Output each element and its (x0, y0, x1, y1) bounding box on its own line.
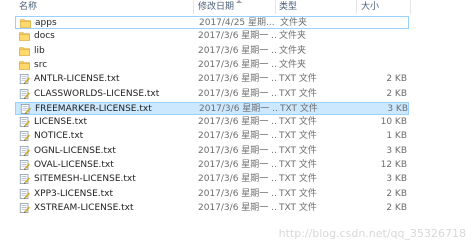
file-size: 1 KB (386, 131, 407, 142)
text-file-icon (19, 74, 30, 85)
column-divider[interactable] (275, 0, 276, 14)
text-file-icon (19, 188, 30, 199)
file-type: TXT 文件 (279, 174, 317, 185)
folder-icon (19, 46, 30, 56)
folder-icon (20, 18, 31, 28)
column-divider[interactable] (193, 0, 194, 14)
file-name: OGNL-LICENSE.txt (34, 145, 116, 156)
file-modified-date: 2017/3/6 星期一 ... (198, 145, 278, 156)
file-name: docs (34, 31, 55, 42)
file-size: 2 KB (386, 188, 407, 199)
file-type: 文件夹 (279, 45, 307, 56)
file-modified-date: 2017/3/6 星期一 ... (198, 59, 278, 70)
file-modified-date: 2017/3/6 星期一 ... (198, 45, 278, 56)
file-modified-date: 2017/3/6 星期一 ... (198, 202, 278, 213)
file-row[interactable]: SITEMESH-LICENSE.txt 2017/3/6 星期一 ... TXT … (15, 173, 409, 186)
file-name: src (34, 59, 48, 70)
file-name: SITEMESH-LICENSE.txt (34, 174, 136, 185)
text-file-icon (19, 203, 30, 213)
file-size: 2 KB (386, 202, 407, 213)
file-size: 12 KB (380, 160, 407, 170)
column-header-date[interactable]: 修改日期 (198, 1, 234, 13)
file-name: apps (35, 18, 57, 28)
file-name: ANTLR-LICENSE.txt (34, 74, 120, 85)
file-row[interactable]: LICENSE.txt 2017/3/6 星期一 ... TXT 文件 10 KB (15, 116, 409, 129)
file-row[interactable]: XPP3-LICENSE.txt 2017/3/6 星期一 ... TXT 文件 2 … (15, 188, 409, 201)
file-row[interactable]: NOTICE.txt 2017/3/6 星期一 ... TXT 文件 1 KB (15, 130, 409, 143)
file-type: TXT 文件 (279, 131, 317, 142)
text-file-icon (19, 174, 30, 185)
column-header-bar: 名称 修改日期 类型 大小 (0, 0, 474, 14)
file-name: CLASSWORLDS-LICENSE.txt (34, 88, 160, 99)
folder-row[interactable]: apps 2017/4/25 星期... 文件夹 (15, 16, 409, 29)
file-modified-date: 2017/3/6 星期一 ... (198, 174, 278, 185)
column-header-size[interactable]: 大小 (361, 1, 379, 13)
text-file-icon (19, 88, 30, 99)
file-name: OVAL-LICENSE.txt (34, 160, 114, 170)
file-row[interactable]: OVAL-LICENSE.txt 2017/3/6 星期一 ... TXT 文件 12… (15, 159, 409, 172)
file-name: NOTICE.txt (34, 131, 84, 142)
file-row[interactable]: XSTREAM-LICENSE.txt 2017/3/6 星期一 ... TXT 文… (15, 202, 409, 215)
file-type: 文件夹 (280, 18, 308, 28)
file-modified-date: 2017/3/6 星期一 ... (198, 31, 278, 42)
column-header-type[interactable]: 类型 (279, 1, 297, 13)
file-modified-date: 2017/3/6 星期一 ... (198, 117, 278, 128)
file-modified-date: 2017/3/6 星期一 ... (199, 103, 279, 114)
file-type: TXT 文件 (279, 88, 317, 99)
text-file-icon (19, 160, 30, 170)
folder-icon (19, 31, 30, 42)
watermark: http://blog.csdn.net/qq_35326718 (278, 227, 466, 240)
file-type: TXT 文件 (279, 188, 317, 199)
file-type: TXT 文件 (280, 103, 318, 114)
text-file-icon (19, 131, 30, 142)
file-size: 10 KB (380, 117, 407, 128)
file-type: 文件夹 (279, 59, 307, 70)
file-modified-date: 2017/4/25 星期... (199, 18, 275, 28)
folder-row[interactable]: docs 2017/3/6 星期一 ... 文件夹 (15, 30, 409, 43)
file-modified-date: 2017/3/6 星期一 ... (198, 74, 278, 85)
file-modified-date: 2017/3/6 星期一 ... (198, 131, 278, 142)
file-name: XPP3-LICENSE.txt (34, 188, 114, 199)
file-size: 2 KB (386, 74, 407, 85)
column-divider[interactable] (410, 0, 411, 14)
text-file-icon (19, 117, 30, 127)
file-type: 文件夹 (279, 31, 307, 42)
file-size: 3 KB (386, 174, 407, 185)
column-divider[interactable] (356, 0, 357, 14)
file-row[interactable]: OGNL-LICENSE.txt 2017/3/6 星期一 ... TXT 文件 3 … (15, 145, 409, 158)
text-file-icon (19, 145, 30, 156)
file-row[interactable]: CLASSWORLDS-LICENSE.txt 2017/3/6 星期一 ... T… (15, 88, 409, 101)
file-type: TXT 文件 (279, 145, 317, 156)
file-size: 3 KB (387, 103, 408, 114)
file-row[interactable]: ANTLR-LICENSE.txt 2017/3/6 星期一 ... TXT 文件 2… (15, 73, 409, 86)
file-type: TXT 文件 (279, 74, 317, 85)
file-type: TXT 文件 (279, 202, 317, 213)
file-size: 3 KB (386, 145, 407, 156)
file-modified-date: 2017/3/6 星期一 ... (198, 160, 278, 170)
folder-row[interactable]: lib 2017/3/6 星期一 ... 文件夹 (15, 45, 409, 58)
file-name: lib (34, 45, 45, 56)
file-name: FREEMARKER-LICENSE.txt (35, 103, 152, 114)
file-modified-date: 2017/3/6 星期一 ... (198, 188, 278, 199)
file-type: TXT 文件 (279, 117, 317, 128)
folder-icon (19, 60, 30, 70)
column-header-name[interactable]: 名称 (19, 1, 37, 13)
file-type: TXT 文件 (279, 160, 317, 170)
file-row[interactable]: FREEMARKER-LICENSE.txt 2017/3/6 星期一 ... TX… (15, 101, 409, 115)
file-name: LICENSE.txt (34, 117, 88, 128)
file-modified-date: 2017/3/6 星期一 ... (198, 88, 278, 99)
file-name: XSTREAM-LICENSE.txt (34, 202, 134, 213)
file-size: 2 KB (386, 88, 407, 99)
sort-up-icon (236, 0, 242, 3)
folder-row[interactable]: src 2017/3/6 星期一 ... 文件夹 (15, 59, 409, 72)
text-file-icon (20, 103, 31, 114)
